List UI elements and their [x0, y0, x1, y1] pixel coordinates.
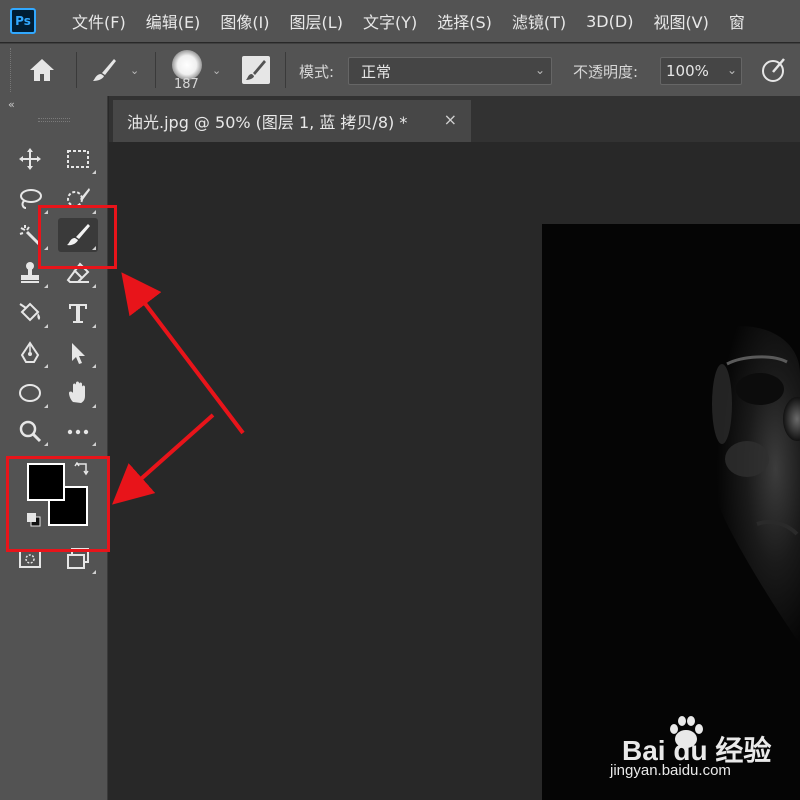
opacity-label: 不透明度:: [573, 63, 639, 81]
brush-tool-highlight: [38, 205, 117, 269]
face-image: [542, 224, 800, 800]
paint-bucket-tool-icon: [19, 302, 41, 322]
hand-tool[interactable]: [58, 376, 98, 410]
blend-mode-value: 正常: [361, 62, 392, 81]
chevron-down-icon: ⌄: [534, 63, 545, 77]
panel-grip[interactable]: [38, 118, 70, 122]
more-tools-icon: [67, 429, 89, 435]
opacity-value: 100%: [666, 62, 709, 80]
brush-size-chevron-icon[interactable]: ⌄: [212, 64, 221, 77]
home-button[interactable]: [28, 57, 56, 87]
close-icon[interactable]: ×: [444, 110, 457, 129]
ellipse-tool-icon: [19, 384, 41, 402]
pressure-opacity-button[interactable]: [760, 56, 788, 88]
menu-select[interactable]: 选择(S): [427, 9, 502, 33]
path-selection-tool[interactable]: [58, 336, 98, 370]
mode-label: 模式:: [299, 63, 335, 81]
options-grip: [10, 48, 13, 92]
menu-window[interactable]: 窗: [719, 9, 755, 33]
document-image[interactable]: [542, 224, 800, 800]
color-swatch-highlight: [6, 456, 110, 552]
blend-mode-select[interactable]: 正常 ⌄: [348, 57, 552, 85]
document-title: 油光.jpg @ 50% (图层 1, 蓝 拷贝/8) *: [127, 113, 408, 132]
document-tab-bar: 油光.jpg @ 50% (图层 1, 蓝 拷贝/8) * ×: [109, 96, 800, 142]
home-icon: [30, 59, 54, 81]
brush-preset-button[interactable]: [90, 57, 118, 87]
chevron-down-icon[interactable]: ⌄: [130, 64, 139, 77]
watermark-url: jingyan.baidu.com: [610, 762, 731, 779]
menu-file[interactable]: 文件(F): [42, 9, 136, 33]
marquee-tool[interactable]: [58, 142, 98, 176]
photoshop-window: Ps 文件(F) 编辑(E) 图像(I) 图层(L) 文字(Y) 选择(S) 滤…: [0, 0, 800, 800]
brush-settings-button[interactable]: [242, 56, 270, 84]
zoom-tool-icon: [19, 420, 42, 443]
opacity-input[interactable]: 100% ⌄: [660, 57, 742, 85]
pen-tool[interactable]: [10, 336, 50, 370]
menu-type[interactable]: 文字(Y): [353, 9, 427, 33]
collapse-panel-icon[interactable]: ‹‹: [8, 98, 15, 111]
more-tools[interactable]: [58, 414, 98, 448]
menu-3d[interactable]: 3D(D): [576, 12, 643, 31]
hand-tool-icon: [69, 381, 85, 403]
marquee-tool-icon: [67, 150, 89, 168]
baidu-jingyan-watermark: Bai du 经验 jingyan.baidu.com: [610, 715, 790, 785]
pressure-opacity-icon: [762, 58, 785, 82]
pen-tool-icon: [20, 341, 40, 363]
ellipse-tool[interactable]: [10, 376, 50, 410]
paint-bucket-tool[interactable]: [10, 296, 50, 330]
move-tool[interactable]: [10, 142, 50, 176]
path-selection-tool-icon: [72, 343, 85, 364]
brush-size-value: 187: [174, 77, 199, 92]
document-tab[interactable]: 油光.jpg @ 50% (图层 1, 蓝 拷贝/8) * ×: [113, 100, 471, 142]
brush-settings-icon: [246, 60, 266, 80]
tools-panel: ‹‹: [0, 96, 108, 800]
menu-edit[interactable]: 编辑(E): [136, 9, 211, 33]
menu-filter[interactable]: 滤镜(T): [502, 9, 576, 33]
menu-bar: Ps 文件(F) 编辑(E) 图像(I) 图层(L) 文字(Y) 选择(S) 滤…: [0, 0, 800, 42]
chevron-down-icon: ⌄: [726, 63, 737, 77]
zoom-tool[interactable]: [10, 414, 50, 448]
brush-icon: [93, 59, 116, 81]
type-tool[interactable]: [58, 296, 98, 330]
menu-layer[interactable]: 图层(L): [280, 9, 353, 33]
options-bar: ⌄ 187 ⌄ 模式: 正常 ⌄ 不透明度: 100% ⌄: [0, 43, 800, 96]
menu-image[interactable]: 图像(I): [210, 9, 279, 33]
move-tool-icon: [19, 148, 41, 170]
type-tool-icon: [69, 304, 87, 323]
photoshop-logo[interactable]: Ps: [10, 8, 36, 34]
brush-tip-preview[interactable]: [172, 50, 202, 80]
menu-view[interactable]: 视图(V): [643, 9, 718, 33]
